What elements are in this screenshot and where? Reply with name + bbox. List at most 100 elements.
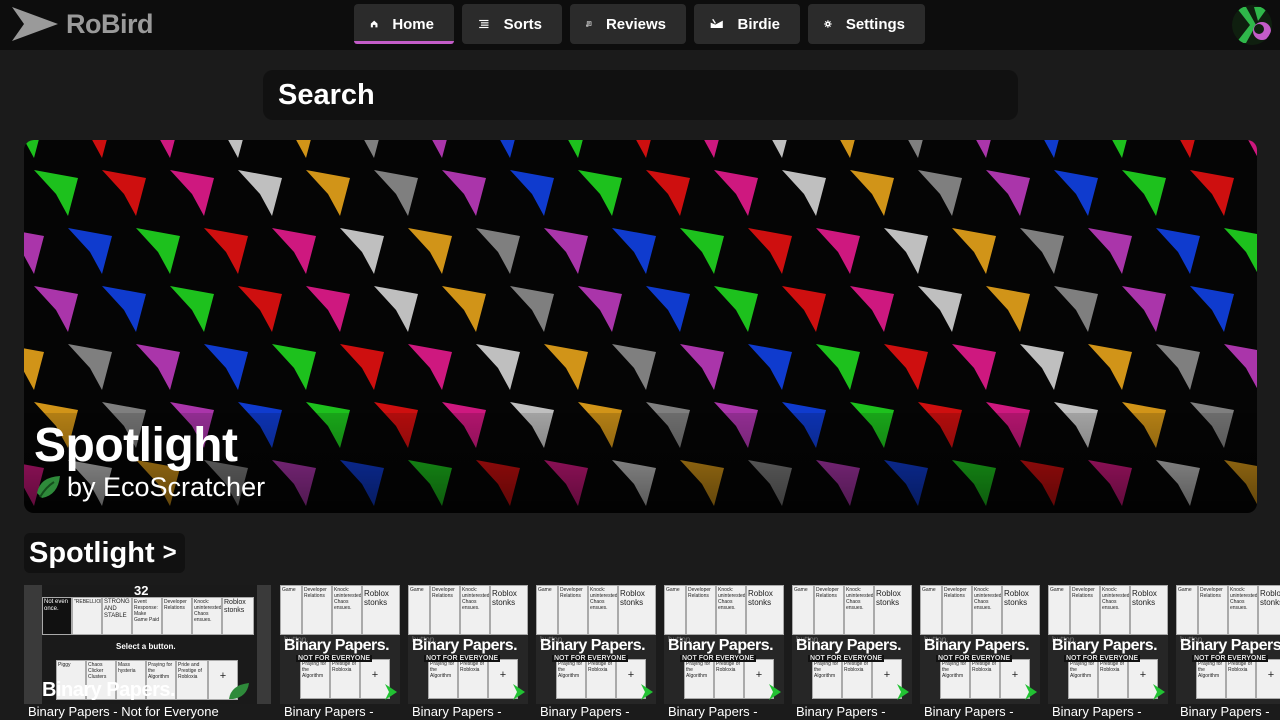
banner-chevron [364,140,379,158]
thumb-select-prompt: Select a button. [116,642,176,651]
banner-chevron [1054,286,1098,332]
search-bar[interactable]: Search [263,70,1018,120]
game-thumbnail: Game Developer Relations Knock: uninterest… [664,585,784,704]
banner-chevron [850,170,894,216]
thumb-cell: Roblox stonks [618,585,656,635]
banner-chevron [170,286,214,332]
banner-chevron [578,170,622,216]
thumb-cell: Roblox stonks [1258,585,1280,635]
banner-chevron [714,170,758,216]
thumb-cell: Developer Relations [302,585,332,635]
banner-byline: by EcoScratcher [34,472,265,503]
thumb-logo: Binary Papers. [42,679,176,701]
nav-settings-button[interactable]: Settings [808,4,925,44]
game-card[interactable]: Game Developer Relations Knock: uninterest… [792,585,912,720]
thumb-cell: STRONG AND STABLE [102,597,132,635]
banner-chevron [102,170,146,216]
thumb-cell: Event Response: Make Game Paid [132,597,162,635]
banner-chevron [136,228,180,274]
nav-sorts-button[interactable]: Sorts [462,4,562,44]
banner-chevron [68,228,112,274]
thumb-cell: Developer Relations [814,585,844,635]
game-card[interactable]: 32 Not even once. "REBELLION" STRONG AND… [24,585,271,720]
spotlight-section-link[interactable]: Spotlight > [24,533,185,573]
spotlight-banner[interactable]: Spotlight by EcoScratcher [24,140,1257,513]
thumb-cell: Not even once. [42,597,72,635]
banner-chevron [306,170,350,216]
game-card[interactable]: Game Developer Relations Knock: uninterest… [920,585,1040,720]
game-card[interactable]: Game Developer Relations Knock: uninterest… [280,585,400,720]
user-avatar[interactable] [1232,5,1272,45]
banner-chevron [646,286,690,332]
thumb-tagline: NOT FOR EVERYONE [424,655,501,662]
thumb-cell: Developer Relations [430,585,460,635]
nav-sorts-label: Sorts [503,15,542,33]
arrow-right-icon [897,684,909,700]
thumb-cell: Praying for the Algorithm [1196,659,1226,699]
thumb-cell: Roblox stonks [490,585,528,635]
nav-home-button[interactable]: Home [354,4,454,44]
game-card[interactable]: Game Developer Relations Knock: uninterest… [664,585,784,720]
banner-chevron [816,344,860,390]
thumb-logo: Binary Papers. [1052,637,1158,654]
banner-chevron [952,344,996,390]
banner-chevron [238,286,282,332]
arrow-right-icon [641,684,653,700]
game-thumbnail: Game Developer Relations Knock: uninterest… [792,585,912,704]
thumb-cell: Praying for the Algorithm [428,659,458,699]
thumb-cell: Game [280,585,302,635]
banner-chevron [1088,344,1132,390]
nav-reviews-button[interactable]: Reviews [570,4,686,44]
thumb-logo: Binary Papers. [540,637,646,654]
banner-chevron [476,228,520,274]
game-card[interactable]: Game Developer Relations Knock: uninterest… [536,585,656,720]
banner-chevron [976,140,991,158]
thumb-cell: Prestige of Robloxia [1226,659,1256,699]
banner-chevron [680,344,724,390]
game-card[interactable]: Game Developer Relations Knock: uninterest… [408,585,528,720]
thumb-tagline: NOT FOR EVERYONE [808,655,885,662]
app-logo[interactable]: RoBird [10,5,154,43]
banner-chevron [1224,228,1257,273]
gear-icon [824,20,832,28]
thumb-cell: + [1256,659,1280,699]
banner-chevron [272,344,316,390]
thumb-cell: Praying for the Algorithm [684,659,714,699]
banner-chevron [204,344,248,390]
nav-birdie-button[interactable]: Birdie [694,4,800,44]
banner-chevron [986,170,1030,216]
banner-chevron [228,140,243,158]
banner-chevron [1156,344,1200,390]
thumb-logo: Binary Papers. [412,637,518,654]
thumb-cell: Developer Relations [162,597,192,635]
nav-home-label: Home [392,15,434,33]
banner-chevron [1122,286,1166,332]
game-title: Binary Papers - [412,704,502,719]
banner-chevron [772,140,787,158]
game-card[interactable]: Game Developer Relations Knock: uninterest… [1048,585,1168,720]
banner-chevron [374,170,418,216]
game-title: Binary Papers - [796,704,886,719]
thumb-logo: Binary Papers. [284,637,390,654]
nav-reviews-label: Reviews [605,15,666,33]
thumb-cell: Knock: uninterested. Chaos ensues. [844,585,874,635]
banner-chevron [1224,344,1257,389]
banner-chevron [544,228,588,274]
thumb-cell: Knock: uninterested. Chaos ensues. [716,585,746,635]
banner-chevron [1020,344,1064,390]
banner-chevron [442,170,486,216]
spotlight-card-row: 32 Not even once. "REBELLION" STRONG AND… [24,585,1280,720]
robird-logo-icon [12,7,58,41]
thumb-cell: Knock: uninterested. Chaos ensues. [1100,585,1130,635]
banner-chevron [510,170,554,216]
banner-chevron [714,286,758,332]
game-card[interactable]: Game Developer Relations Knock: uninterest… [1176,585,1280,720]
thumb-cell: Developer Relations [558,585,588,635]
banner-chevron [476,344,520,390]
thumb-cell: Knock: uninterested. Chaos ensues. [332,585,362,635]
thumb-cell: Knock: uninterested. Chaos ensues. [1228,585,1258,635]
search-placeholder: Search [278,78,375,111]
banner-chevron [1248,140,1257,157]
arrow-right-icon [1153,684,1165,700]
banner-chevron [34,286,78,332]
